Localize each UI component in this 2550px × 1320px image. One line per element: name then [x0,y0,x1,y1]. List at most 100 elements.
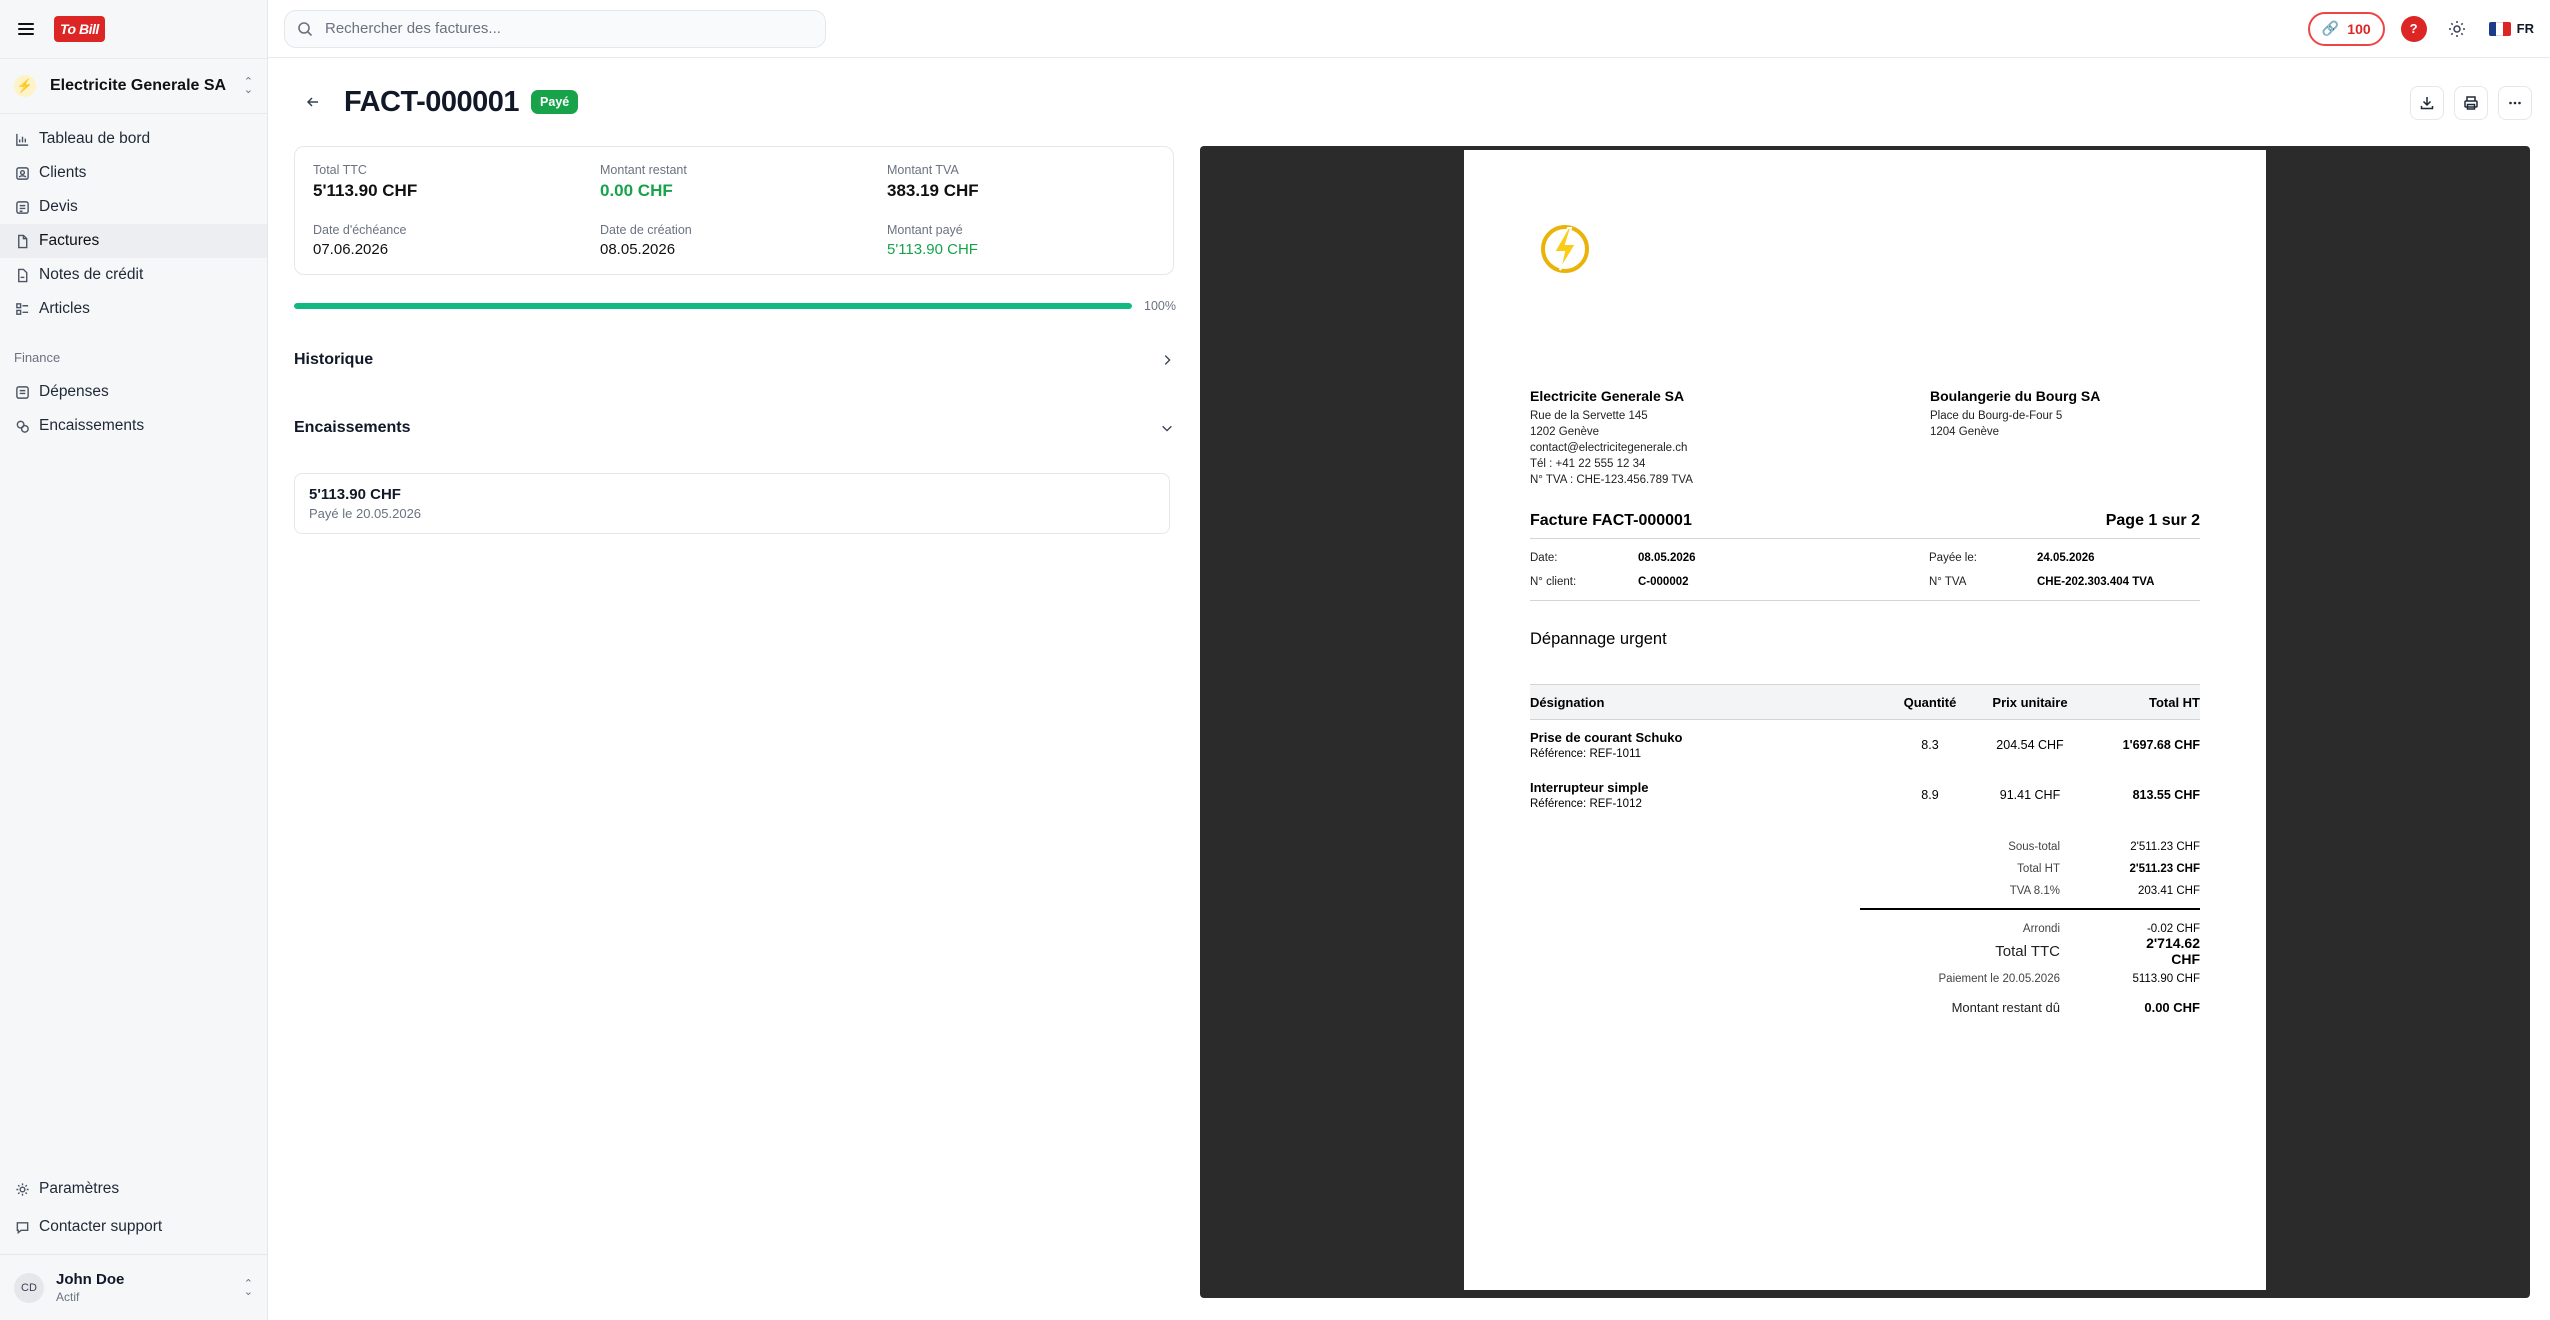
recipient-address: Boulangerie du Bourg SA Place du Bourg-d… [1930,388,2100,440]
meta-value: 24.05.2026 [2037,552,2095,564]
accordion-title: Encaissements [294,419,411,436]
language-switcher[interactable]: FR [2488,21,2534,36]
download-icon [2420,97,2434,110]
meta-value: 08.05.2026 [1638,552,1696,564]
header-actions [2410,86,2532,120]
divider [1860,908,2200,910]
search-icon [298,21,313,36]
item-total: 813.55 CHF [2132,788,2200,802]
avatar: CD [14,1272,44,1303]
chart-icon [14,131,30,147]
items-table: Désignation Quantité Prix unitaire Total… [1530,684,2200,820]
meta-label: N° client: [1530,576,1577,588]
progress-track [294,303,1132,309]
summary-label: Date d'échéance [313,223,407,237]
meta-label: Payée le: [1929,552,1977,564]
summary-value: 07.06.2026 [313,241,389,258]
totals-value: 0.00 CHF [2144,999,2200,1015]
payment-progress: 100% [294,299,1176,313]
pdf-preview[interactable]: Electricite Generale SA Rue de la Servet… [1200,146,2530,1298]
summary-paid: Montant payé 5'113.90 CHF [887,223,1155,258]
payment-date: Payé le 20.05.2026 [309,506,422,521]
search-input[interactable] [325,20,825,37]
app-logo[interactable]: To Bill [54,16,105,42]
sidebar-item-invoices[interactable]: Factures [0,224,267,258]
user-icon [14,165,30,181]
user-name: John Doe [56,1271,125,1288]
sidebar-item-collections[interactable]: Encaissements [0,409,267,443]
summary-value: 5'113.90 CHF [313,181,418,200]
page-title: FACT-000001 [344,85,520,118]
sidebar-item-articles[interactable]: Articles [0,292,267,326]
sidebar: To Bill ⚡ Electricite Generale SA ⌃ ⌄ Tab… [0,0,268,1320]
column-header: Quantité [1903,694,1957,710]
credits-button[interactable]: 🔗 100 [2307,11,2385,46]
chat-icon [14,1219,30,1235]
sidebar-item-label: Devis [39,198,78,215]
user-info: John Doe Actif [56,1271,244,1304]
totals-row: Total TTC 2'714.62 CHF [1860,935,2200,967]
sidebar-item-settings[interactable]: Paramètres [0,1170,267,1208]
status-badge: Payé [531,90,579,114]
totals-label: Paiement le 20.05.2026 [1938,973,2060,985]
back-button[interactable] [302,91,324,113]
totals-row: Montant restant dû 0.00 CHF [1860,996,2200,1018]
invoice-document: Electricite Generale SA Rue de la Servet… [1464,150,2266,1290]
sun-icon[interactable] [2447,19,2467,39]
meta-value: CHE-202.303.404 TVA [2037,576,2155,588]
sender-name: Electricite Generale SA [1530,388,1685,404]
download-button[interactable] [2410,86,2444,120]
summary-total-ttc: Total TTC 5'113.90 CHF [313,163,600,201]
sidebar-header: To Bill [0,0,267,58]
invoice-details: Total TTC 5'113.90 CHF Montant restant 0… [294,146,1176,534]
payment-entry[interactable]: 5'113.90 CHF Payé le 20.05.2026 [294,473,1170,534]
print-button[interactable] [2454,86,2488,120]
summary-label: Montant TVA [887,163,959,177]
document-subject: Dépannage urgent [1530,630,1667,648]
menu-icon[interactable] [18,23,34,35]
totals-value: 2'714.62 CHF [2146,935,2200,967]
gear-icon [14,1181,30,1197]
user-menu[interactable]: CD John Doe Actif ⌃ ⌄ [0,1254,267,1320]
printer-icon [2464,96,2478,110]
page-indicator: Page 1 sur 2 [2105,512,2200,529]
table-header: Désignation Quantité Prix unitaire Total… [1530,684,2200,720]
sidebar-footer: Paramètres Contacter support CD John Doe… [0,1170,267,1320]
sidebar-item-clients[interactable]: Clients [0,156,267,190]
search-box[interactable] [284,9,826,48]
chevron-down-icon [1162,425,1172,432]
file-icon [14,233,30,249]
totals-label: Total HT [2017,863,2060,875]
item-reference: Référence: REF-1011 [1530,748,1642,760]
credits-count: 100 [2347,20,2371,37]
meta-label: N° TVA [1929,576,1967,588]
sidebar-item-dashboard[interactable]: Tableau de bord [0,122,267,156]
history-accordion[interactable]: Historique [294,339,1174,381]
sidebar-item-label: Clients [39,164,87,181]
totals-row: Sous-total 2'511.23 CHF [1860,836,2200,858]
more-button[interactable] [2498,86,2532,120]
sender-address: Electricite Generale SA Rue de la Servet… [1530,388,1693,488]
item-unit-price: 91.41 CHF [1999,788,2061,802]
sidebar-item-expenses[interactable]: Dépenses [0,375,267,409]
totals-row: Total HT 2'511.23 CHF [1860,858,2200,880]
chevron-right-icon [1164,355,1171,365]
table-row: Prise de courant Schuko Référence: REF-1… [1530,720,2200,770]
table-row: Interrupteur simple Référence: REF-1012 … [1530,770,2200,820]
sidebar-item-support[interactable]: Contacter support [0,1208,267,1246]
organization-switcher[interactable]: ⚡ Electricite Generale SA ⌃ ⌄ [0,58,267,114]
credit-note-icon [14,267,30,283]
sidebar-item-label: Encaissements [39,417,145,434]
sidebar-item-quotes[interactable]: Devis [0,190,267,224]
sender-email: contact@electricitegenerale.ch [1530,442,1688,454]
sidebar-item-credit-notes[interactable]: Notes de crédit [0,258,267,292]
progress-fill [294,303,1132,309]
totals-row: TVA 8.1% 203.41 CHF [1860,880,2200,902]
sidebar-item-label: Factures [39,232,100,249]
topbar-actions: 🔗 100 ? FR [2307,11,2534,46]
meta-row: N° client: C-000002 N° TVA CHE-202.303.4… [1530,570,2200,594]
payments-accordion[interactable]: Encaissements [294,407,1174,449]
item-name: Interrupteur simple [1530,780,1649,795]
company-logo-bolt-icon [1541,225,1589,273]
help-button[interactable]: ? [2400,15,2427,42]
